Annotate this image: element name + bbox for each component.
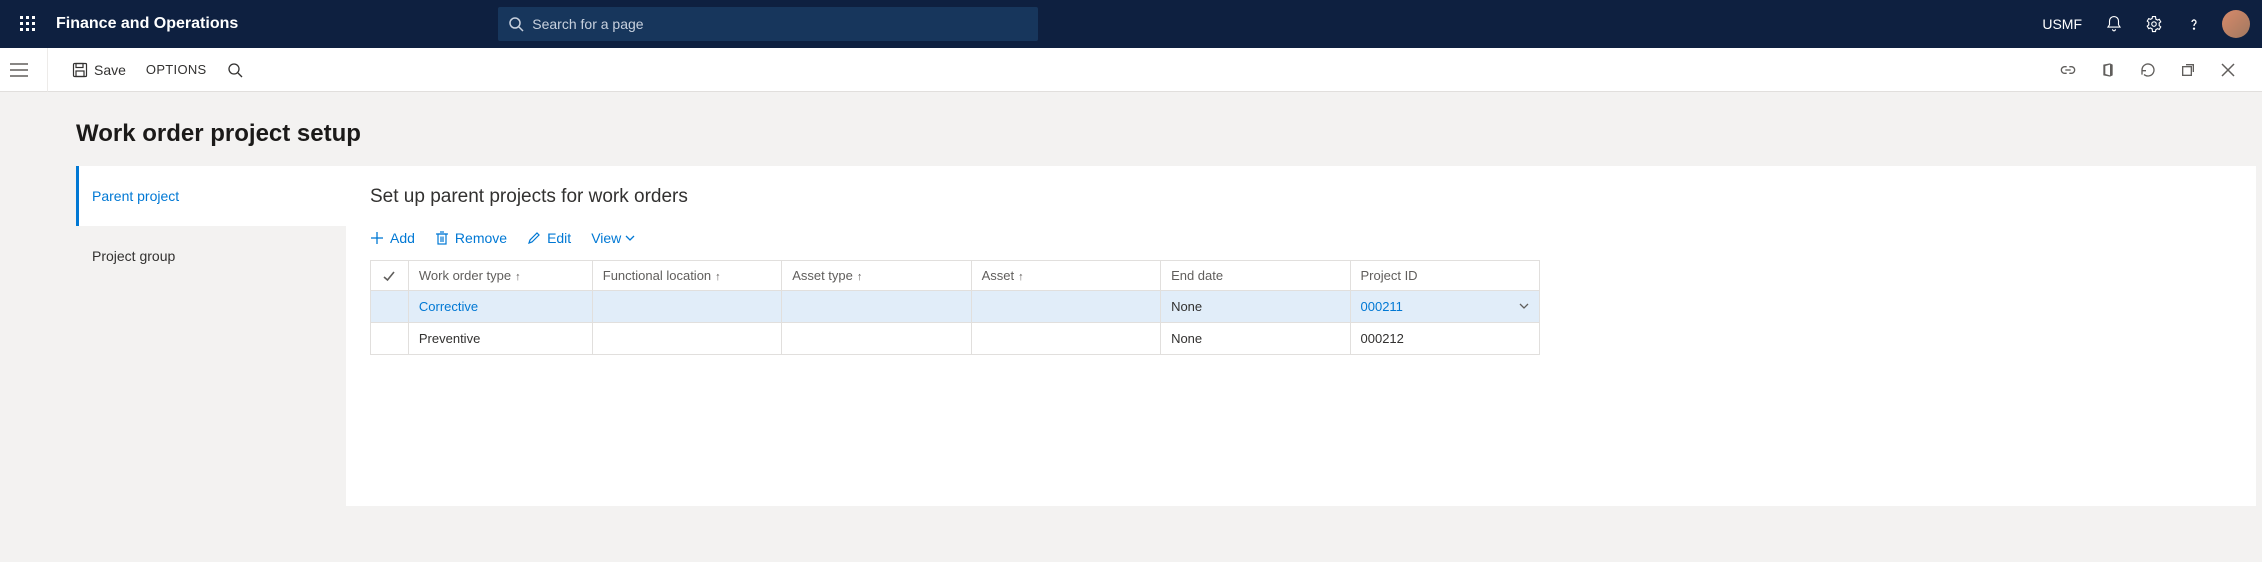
company-label[interactable]: USMF [2042,16,2082,32]
add-button[interactable]: Add [370,230,415,246]
cell-work-order-type[interactable]: Corrective [408,291,592,323]
tab-label: Project group [92,248,175,264]
command-bar: Save OPTIONS [48,48,2262,92]
notifications-icon[interactable] [2094,0,2134,48]
cell-asset[interactable] [971,291,1160,323]
close-icon[interactable] [2208,48,2248,92]
options-label: OPTIONS [146,62,207,77]
nav-collapse-button[interactable] [4,55,34,85]
col-asset[interactable]: Asset↑ [971,261,1160,291]
settings-icon[interactable] [2134,0,2174,48]
col-project-id[interactable]: Project ID [1350,261,1540,291]
chevron-down-icon[interactable] [1519,299,1529,314]
data-grid: Work order type↑ Functional location↑ As… [370,260,1540,355]
remove-label: Remove [455,230,507,246]
view-dropdown[interactable]: View [591,230,635,246]
waffle-icon[interactable] [12,8,44,40]
table-row[interactable]: Corrective None 000211 [371,291,1540,323]
top-navbar: Finance and Operations USMF [0,0,2262,48]
sort-asc-icon: ↑ [857,271,863,283]
trash-icon [435,231,449,245]
cell-project-id[interactable]: 000212 [1350,323,1540,355]
cell-work-order-type[interactable]: Preventive [408,323,592,355]
panel-heading: Set up parent projects for work orders [370,186,2232,208]
col-asset-type[interactable]: Asset type↑ [782,261,971,291]
search-icon [508,16,524,32]
edit-button[interactable]: Edit [527,230,571,246]
search-input[interactable] [532,16,1028,32]
cell-end-date[interactable]: None [1161,323,1350,355]
link-icon[interactable] [2048,48,2088,92]
refresh-icon[interactable] [2128,48,2168,92]
cell-asset[interactable] [971,323,1160,355]
cell-functional-location[interactable] [592,291,781,323]
row-selector[interactable] [371,291,409,323]
cell-project-id[interactable]: 000211 [1350,291,1540,323]
save-button[interactable]: Save [62,48,136,92]
col-functional-location[interactable]: Functional location↑ [592,261,781,291]
find-button[interactable] [217,48,259,92]
grid-toolbar: Add Remove Edit View [370,230,2232,246]
cell-asset-type[interactable] [782,291,971,323]
remove-button[interactable]: Remove [435,230,507,246]
options-button[interactable]: OPTIONS [136,48,217,92]
row-selector[interactable] [371,323,409,355]
tab-list: Parent project Project group [76,166,346,286]
brand-title: Finance and Operations [56,15,238,33]
office-icon[interactable] [2088,48,2128,92]
popout-icon[interactable] [2168,48,2208,92]
sort-asc-icon: ↑ [515,271,521,283]
cell-end-date[interactable]: None [1161,291,1350,323]
page-title: Work order project setup [48,92,2262,166]
pencil-icon [527,231,541,245]
avatar[interactable] [2222,10,2250,38]
search-icon [227,62,243,78]
help-icon[interactable] [2174,0,2214,48]
main-panel: Set up parent projects for work orders A… [346,166,2256,506]
plus-icon [370,231,384,245]
chevron-down-icon [625,230,635,246]
col-end-date[interactable]: End date [1161,261,1350,291]
add-label: Add [390,230,415,246]
check-icon [382,269,396,283]
cell-functional-location[interactable] [592,323,781,355]
save-label: Save [94,62,126,78]
sort-asc-icon: ↑ [715,271,721,283]
save-icon [72,62,88,78]
global-search[interactable] [498,7,1038,41]
edit-label: Edit [547,230,571,246]
cell-asset-type[interactable] [782,323,971,355]
tab-project-group[interactable]: Project group [76,226,346,286]
tab-parent-project[interactable]: Parent project [76,166,346,226]
select-all-header[interactable] [371,261,409,291]
col-work-order-type[interactable]: Work order type↑ [408,261,592,291]
tab-label: Parent project [92,188,179,204]
page-content: Work order project setup Parent project … [48,92,2262,506]
view-label: View [591,230,621,246]
table-row[interactable]: Preventive None 000212 [371,323,1540,355]
sort-asc-icon: ↑ [1018,271,1024,283]
